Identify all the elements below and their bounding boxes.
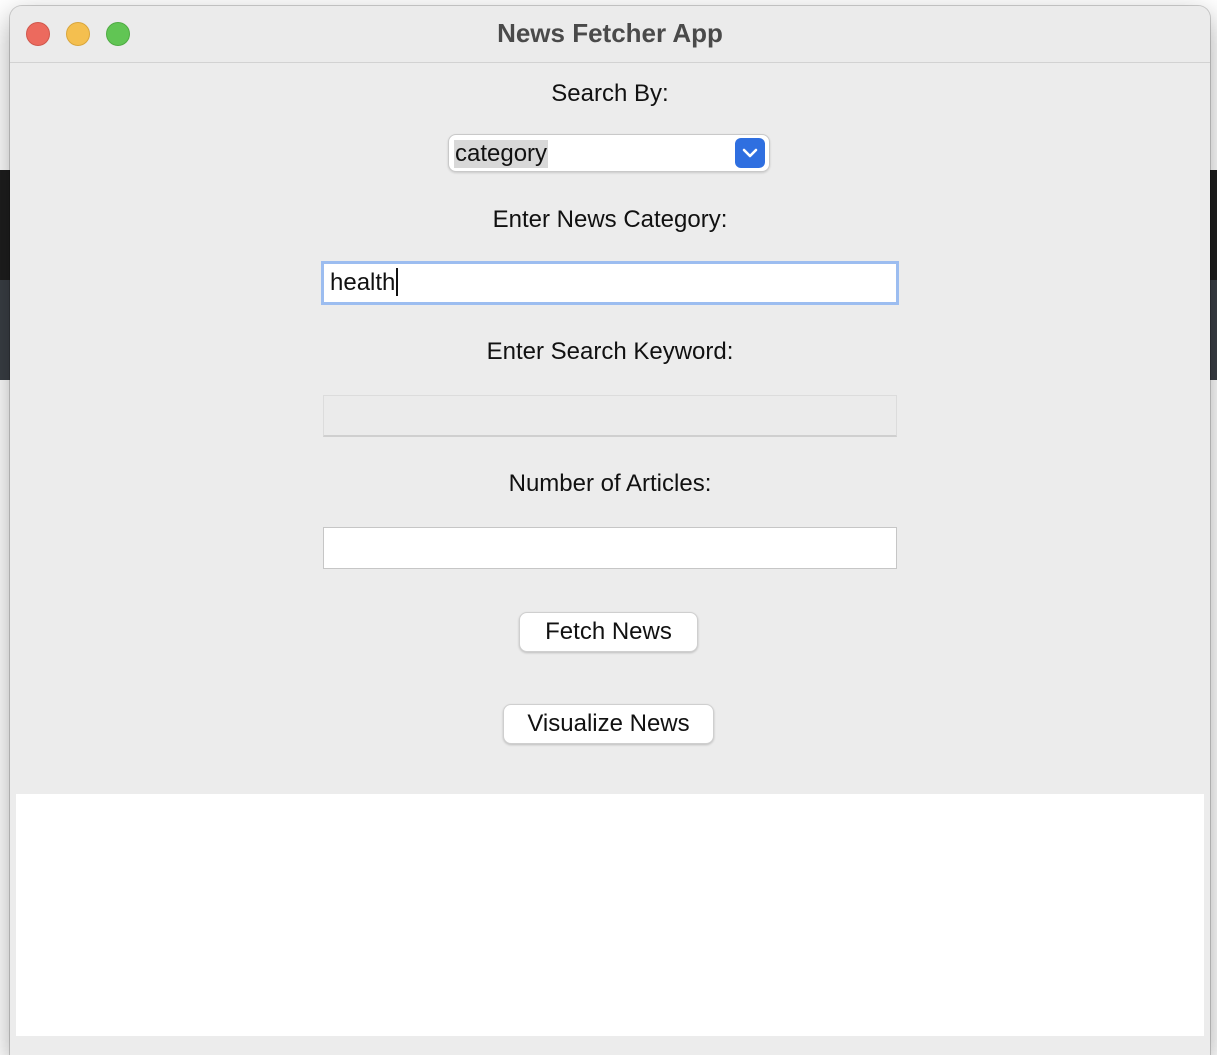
window-title: News Fetcher App: [497, 18, 723, 48]
fetch-news-button[interactable]: Fetch News: [519, 612, 698, 652]
visualize-news-button[interactable]: Visualize News: [503, 704, 714, 744]
search-by-selected-value: category: [454, 140, 549, 168]
search-by-label: Search By:: [551, 80, 669, 107]
app-window: News Fetcher App Search By: category Ent…: [10, 6, 1210, 1055]
search-by-select[interactable]: category: [448, 134, 770, 172]
keyword-input[interactable]: [323, 395, 897, 437]
article-count-label: Number of Articles:: [508, 470, 712, 497]
keyword-label: Enter Search Keyword:: [486, 338, 734, 365]
category-label: Enter News Category:: [492, 206, 728, 233]
news-output-area[interactable]: [16, 794, 1204, 1036]
text-caret: [396, 267, 399, 296]
category-input-value: health: [330, 269, 396, 296]
category-input[interactable]: health: [321, 261, 899, 305]
chevron-down-icon[interactable]: [735, 138, 765, 168]
title-bar[interactable]: News Fetcher App: [10, 6, 1210, 63]
article-count-input[interactable]: [323, 527, 897, 569]
